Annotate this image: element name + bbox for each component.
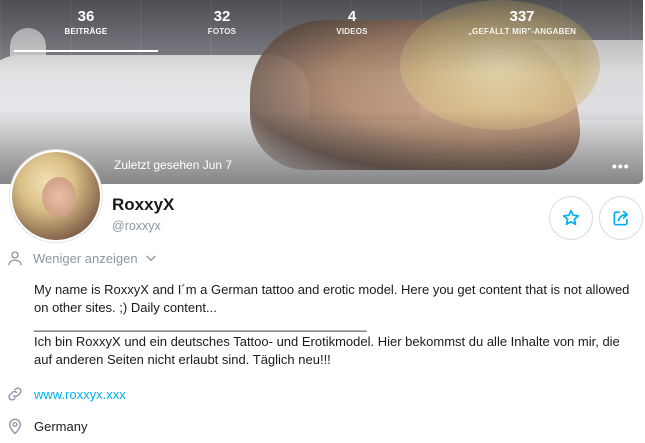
share-icon xyxy=(613,210,629,226)
profile-bio: My name is RoxxyX and I´m a German tatto… xyxy=(34,281,634,369)
share-button[interactable] xyxy=(599,196,643,240)
videos-label: VIDEOS xyxy=(336,27,368,36)
website-link[interactable]: www.roxxyx.xxx xyxy=(34,387,126,402)
last-seen-status: Zuletzt gesehen Jun 7 xyxy=(114,158,233,172)
bio-divider: ________________________________________… xyxy=(34,317,367,332)
show-less-toggle[interactable]: Weniger anzeigen xyxy=(6,249,158,267)
videos-count: 4 xyxy=(347,8,357,25)
photos-label: FOTOS xyxy=(207,27,237,36)
tab-likes[interactable]: 337 „GEFÄLLT MIR"-ANGABEN xyxy=(452,8,592,38)
avatar-face xyxy=(42,177,76,217)
location-row: Germany xyxy=(6,417,87,435)
posts-count: 36 xyxy=(77,8,95,25)
bio-german: Ich bin RoxxyX und ein deutsches Tattoo-… xyxy=(34,334,620,367)
add-to-favorites-button[interactable] xyxy=(549,196,593,240)
avatar[interactable] xyxy=(10,150,102,242)
star-icon xyxy=(562,209,580,226)
profile-handle: @roxxyx xyxy=(112,219,161,233)
bio-english: My name is RoxxyX and I´m a German tatto… xyxy=(34,282,630,315)
link-icon xyxy=(8,387,22,401)
tab-photos[interactable]: 32 FOTOS xyxy=(152,8,292,38)
ellipsis-icon[interactable]: ••• xyxy=(612,158,630,174)
location-pin-icon xyxy=(9,418,21,435)
likes-count: 337 xyxy=(509,8,535,25)
tab-posts[interactable]: 36 BEITRÄGE xyxy=(16,8,156,38)
website-row: www.roxxyx.xxx xyxy=(6,385,126,403)
tab-videos[interactable]: 4 VIDEOS xyxy=(282,8,422,38)
profile-stats: 36 BEITRÄGE 32 FOTOS 4 VIDEOS 337 „GEFÄL… xyxy=(0,0,643,52)
chevron-down-icon xyxy=(145,255,156,261)
location-label: Germany xyxy=(34,418,88,434)
active-tab-indicator xyxy=(14,50,158,52)
posts-label: BEITRÄGE xyxy=(64,27,108,36)
user-icon xyxy=(8,251,22,266)
photos-count: 32 xyxy=(213,8,231,25)
likes-label: „GEFÄLLT MIR"-ANGABEN xyxy=(467,27,577,36)
profile-name: RoxxyX xyxy=(112,195,175,214)
show-less-label: Weniger anzeigen xyxy=(33,250,138,266)
